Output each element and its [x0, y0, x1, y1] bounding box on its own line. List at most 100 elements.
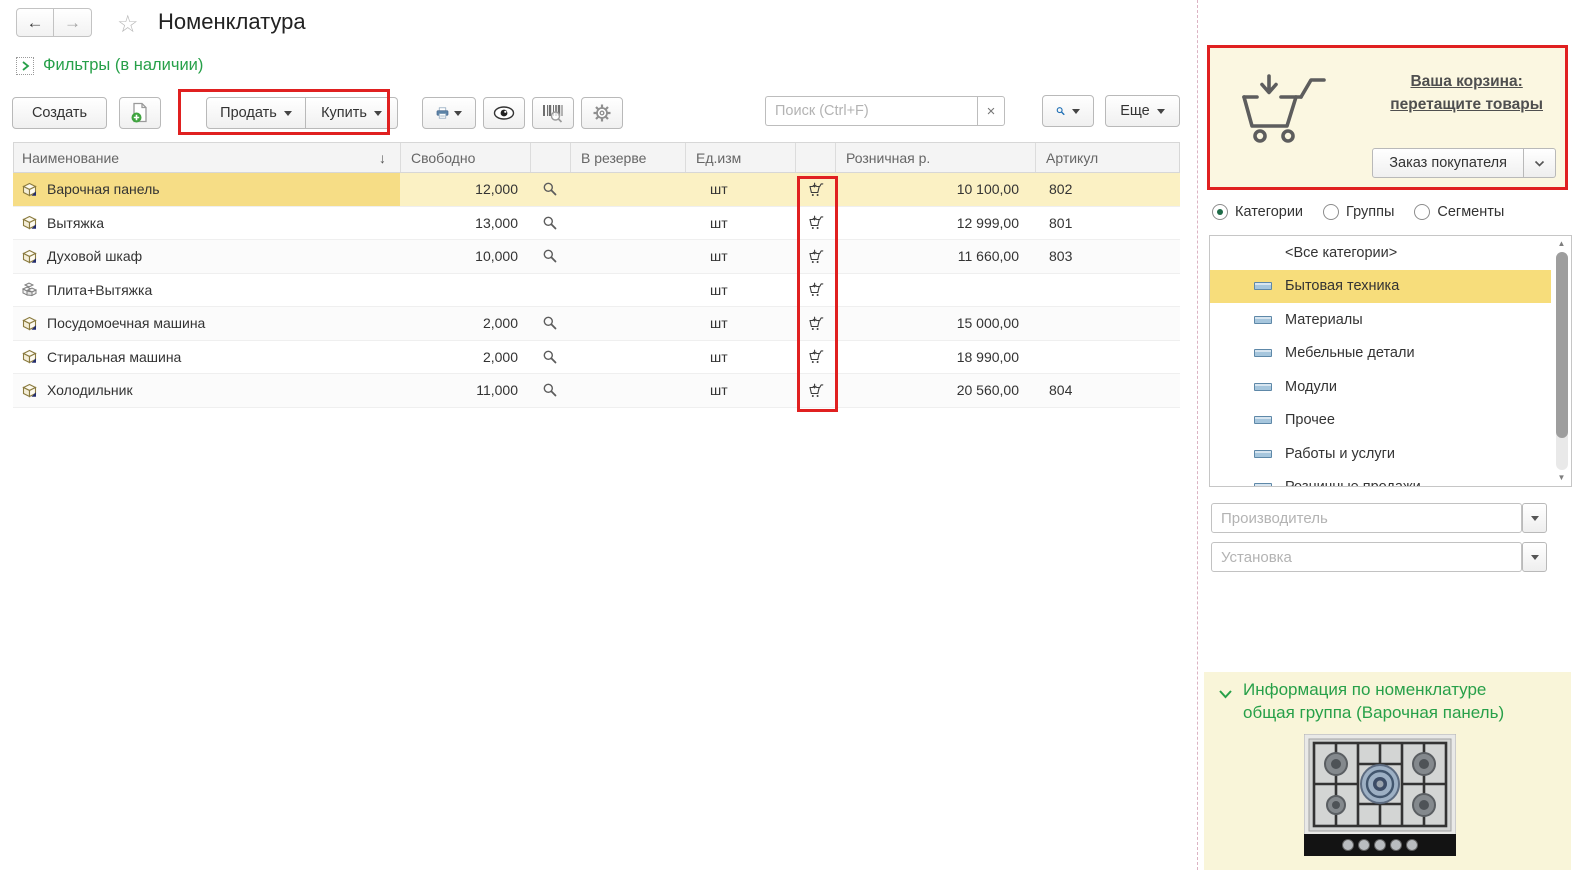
- row-cart-icon[interactable]: [807, 281, 824, 298]
- collapse-chevron-icon[interactable]: [1218, 689, 1233, 699]
- category-item[interactable]: Прочее: [1210, 404, 1551, 438]
- category-item[interactable]: Материалы: [1210, 303, 1551, 337]
- forward-button[interactable]: →: [54, 8, 92, 37]
- product-icon: [21, 181, 38, 198]
- search-input[interactable]: [765, 96, 977, 126]
- row-search-icon[interactable]: [542, 248, 558, 264]
- toolbar: Создать Продать Купить Поиск (Ctrl+F) × …: [12, 95, 1180, 130]
- filters-link[interactable]: Фильтры (в наличии): [43, 56, 203, 75]
- column-header-cart[interactable]: [796, 143, 836, 172]
- row-cart-icon[interactable]: [807, 382, 824, 399]
- item-box-icon: [22, 350, 37, 364]
- back-button[interactable]: ←: [16, 8, 54, 37]
- page-title: Номенклатура: [158, 9, 306, 34]
- manufacturer-dropdown-button[interactable]: [1522, 503, 1547, 533]
- column-header-free[interactable]: Свободно: [401, 143, 531, 172]
- table-row[interactable]: Посудомоечная машина 2,000 шт 15 000,00: [13, 307, 1180, 341]
- free-qty: 13,000: [475, 214, 518, 231]
- unit: шт: [710, 382, 728, 399]
- column-header-unit[interactable]: Ед.изм: [686, 143, 796, 172]
- column-header-article[interactable]: Артикул: [1036, 143, 1181, 172]
- radio-label: Группы: [1346, 204, 1395, 220]
- row-cart-icon[interactable]: [807, 348, 824, 365]
- category-icon: [1254, 416, 1272, 425]
- scrollbar-thumb[interactable]: [1555, 252, 1568, 438]
- category-scrollbar[interactable]: ▲ ▼: [1554, 238, 1569, 484]
- installation-input[interactable]: [1211, 542, 1522, 572]
- row-search-icon[interactable]: [542, 215, 558, 231]
- table-row[interactable]: Стиральная машина 2,000 шт 18 990,00: [13, 340, 1180, 374]
- row-search-icon[interactable]: [542, 181, 558, 197]
- caret-down-icon: [1072, 108, 1080, 114]
- view-mode-radio[interactable]: Группы: [1323, 204, 1394, 220]
- retail-price: 11 660,00: [957, 248, 1019, 265]
- order-dropdown-button[interactable]: [1524, 148, 1556, 178]
- category-item[interactable]: Бытовая техника: [1210, 269, 1551, 303]
- search-clear-icon[interactable]: ×: [977, 96, 1005, 126]
- customer-order-button[interactable]: Заказ покупателя: [1372, 148, 1524, 178]
- create-group-button[interactable]: [119, 97, 161, 129]
- row-search-icon[interactable]: [542, 349, 558, 365]
- gear-icon: [593, 104, 611, 122]
- manufacturer-input[interactable]: [1211, 503, 1522, 533]
- settings-button[interactable]: [581, 97, 623, 129]
- installation-dropdown-button[interactable]: [1522, 542, 1547, 572]
- category-item[interactable]: Работы и услуги: [1210, 437, 1551, 471]
- product-name: Вытяжка: [47, 214, 104, 231]
- create-button[interactable]: Создать: [12, 97, 107, 129]
- unit: шт: [710, 281, 728, 298]
- item-box-icon: [22, 249, 37, 264]
- scroll-up-icon[interactable]: ▲: [1558, 238, 1566, 250]
- table-body: Варочная панель 12,000 шт 10 100,00 802 …: [13, 173, 1180, 408]
- row-cart-icon[interactable]: [807, 181, 824, 198]
- row-cart-icon[interactable]: [807, 315, 824, 332]
- column-header-price[interactable]: Розничная р.: [836, 143, 1036, 172]
- row-search-icon[interactable]: [542, 315, 558, 331]
- unit: шт: [710, 348, 728, 365]
- retail-price: 10 100,00: [956, 181, 1019, 198]
- category-item[interactable]: Модули: [1210, 370, 1551, 404]
- column-header-details[interactable]: [531, 143, 571, 172]
- print-button[interactable]: [422, 97, 476, 129]
- chevron-down-icon: [1534, 160, 1545, 167]
- column-header-name[interactable]: Наименование ↓: [14, 143, 401, 172]
- row-search-icon[interactable]: [542, 382, 558, 398]
- barcode-button[interactable]: [532, 97, 574, 129]
- category-item[interactable]: Розничные продажи: [1210, 471, 1551, 486]
- category-icon: [1254, 282, 1272, 291]
- product-name: Посудомоечная машина: [47, 315, 206, 332]
- scroll-down-icon[interactable]: ▼: [1558, 472, 1566, 484]
- nav-history-group: ← →: [16, 8, 92, 37]
- article: 801: [1049, 214, 1073, 231]
- category-item[interactable]: <Все категории>: [1210, 236, 1551, 270]
- category-list: <Все категории> Бытовая техника Материал…: [1209, 235, 1572, 487]
- scrollbar-track[interactable]: [1555, 252, 1568, 470]
- table-row[interactable]: Холодильник 11,000 шт 20 560,00 804: [13, 374, 1180, 408]
- category-item[interactable]: Мебельные детали: [1210, 337, 1551, 371]
- view-mode-radio[interactable]: Сегменты: [1414, 204, 1504, 220]
- visibility-button[interactable]: [483, 97, 525, 129]
- cart-dropzone[interactable]: Ваша корзина: перетащите товары Заказ по…: [1207, 45, 1568, 190]
- table-row[interactable]: Плита+Вытяжка шт: [13, 273, 1180, 307]
- favorite-star-icon[interactable]: ☆: [117, 10, 139, 39]
- table-row[interactable]: Духовой шкаф 10,000 шт 11 660,00 803: [13, 240, 1180, 274]
- more-button[interactable]: Еще: [1105, 95, 1180, 127]
- filters-expand-icon[interactable]: [16, 56, 34, 75]
- product-name: Варочная панель: [47, 181, 160, 198]
- product-name: Плита+Вытяжка: [47, 281, 153, 298]
- row-cart-icon[interactable]: [807, 214, 824, 231]
- sort-desc-icon[interactable]: ↓: [379, 150, 386, 166]
- free-qty: 11,000: [476, 382, 518, 399]
- caret-down-icon: [373, 110, 382, 116]
- table-row[interactable]: Вытяжка 13,000 шт 12 999,00 801: [13, 206, 1180, 240]
- row-cart-icon[interactable]: [807, 248, 824, 265]
- view-mode-radio[interactable]: Категории: [1212, 204, 1303, 220]
- search-icon: [1056, 107, 1065, 116]
- sell-button[interactable]: Продать: [206, 97, 306, 129]
- column-header-reserve[interactable]: В резерве: [571, 143, 686, 172]
- table-row[interactable]: Варочная панель 12,000 шт 10 100,00 802: [13, 173, 1180, 207]
- manufacturer-combo: [1211, 503, 1547, 533]
- find-button[interactable]: [1042, 95, 1094, 127]
- unit: шт: [710, 315, 728, 332]
- buy-button[interactable]: Купить: [306, 97, 398, 129]
